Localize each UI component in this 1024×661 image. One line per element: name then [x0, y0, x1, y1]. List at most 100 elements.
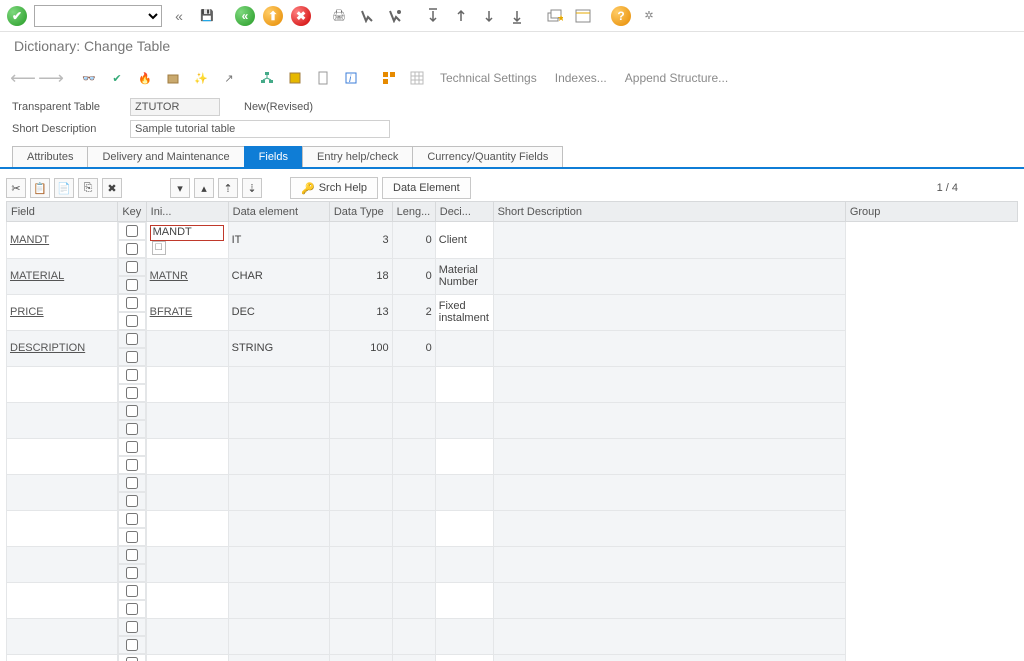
row-checkbox[interactable] — [126, 639, 138, 651]
deci-cell[interactable]: 0 — [392, 222, 435, 259]
cut-icon[interactable]: ✂ — [6, 178, 26, 198]
srch-help-button[interactable]: 🔑Srch Help — [290, 177, 378, 199]
table-row[interactable] — [7, 474, 1018, 510]
length-cell[interactable]: 3 — [329, 222, 392, 259]
group-cell[interactable] — [493, 222, 845, 259]
table-row[interactable]: PRICEBFRATEDEC132Fixed instalment — [7, 294, 1018, 330]
sort-asc-icon[interactable]: ⇡ — [218, 178, 238, 198]
new-session-icon[interactable]: ★ — [544, 5, 566, 27]
row-checkbox[interactable] — [126, 459, 138, 471]
nav-forward-icon[interactable]: ⟶ — [40, 67, 62, 89]
other-object-icon[interactable]: ↗ — [218, 67, 240, 89]
length-cell[interactable]: 18 — [329, 258, 392, 294]
key-checkbox[interactable] — [126, 261, 138, 273]
deci-cell[interactable]: 0 — [392, 330, 435, 366]
deci-cell[interactable]: 2 — [392, 294, 435, 330]
row-checkbox[interactable] — [126, 405, 138, 417]
data-element-input[interactable]: MANDT — [150, 225, 224, 241]
help-icon[interactable]: ? — [610, 5, 632, 27]
find-icon[interactable] — [356, 5, 378, 27]
col-key[interactable]: Key — [118, 202, 146, 222]
table-row[interactable] — [7, 438, 1018, 474]
command-field[interactable] — [34, 5, 162, 27]
enter-icon[interactable]: ✔ — [6, 5, 28, 27]
field-name-link[interactable]: PRICE — [10, 306, 44, 318]
sort-desc-icon[interactable]: ⇣ — [242, 178, 262, 198]
row-checkbox[interactable] — [126, 369, 138, 381]
field-name-link[interactable]: MATERIAL — [10, 270, 64, 282]
customize-icon[interactable]: ✲ — [638, 5, 660, 27]
row-checkbox[interactable] — [126, 603, 138, 615]
table-row[interactable] — [7, 654, 1018, 661]
table-row[interactable] — [7, 366, 1018, 402]
first-page-icon[interactable] — [422, 5, 444, 27]
col-data-element[interactable]: Data element — [228, 202, 329, 222]
next-page-icon[interactable] — [478, 5, 500, 27]
col-length[interactable]: Leng... — [392, 202, 435, 222]
tab-delivery[interactable]: Delivery and Maintenance — [87, 146, 244, 167]
table-name-field[interactable]: ZTUTOR — [130, 98, 220, 116]
doc-icon[interactable] — [312, 67, 334, 89]
prev-page-icon[interactable] — [450, 5, 472, 27]
table-row[interactable]: MANDTMANDT☐IT30Client — [7, 222, 1018, 259]
row-checkbox[interactable] — [126, 441, 138, 453]
check-icon[interactable]: ✔ — [106, 67, 128, 89]
data-type-cell[interactable]: CHAR — [228, 258, 329, 294]
print-icon[interactable]: 🖨 — [328, 5, 350, 27]
tab-entry-help[interactable]: Entry help/check — [302, 146, 413, 167]
value-help-icon[interactable]: ☐ — [152, 241, 166, 255]
table-icon[interactable] — [406, 67, 428, 89]
ini-checkbox[interactable] — [126, 243, 138, 255]
tab-attributes[interactable]: Attributes — [12, 146, 88, 167]
group-cell[interactable] — [493, 294, 845, 330]
exit-icon[interactable]: ⬆ — [262, 5, 284, 27]
row-checkbox[interactable] — [126, 513, 138, 525]
ini-checkbox[interactable] — [126, 315, 138, 327]
col-deci[interactable]: Deci... — [435, 202, 493, 222]
indexes-button[interactable]: Indexes... — [549, 69, 613, 87]
table-row[interactable]: MATERIAL MATNR CHAR180Material Number — [7, 258, 1018, 294]
short-desc-cell[interactable]: Material Number — [435, 258, 493, 294]
paste-icon[interactable]: 📄 — [54, 178, 74, 198]
insert-row-icon[interactable]: ⎘ — [78, 178, 98, 198]
table-row[interactable] — [7, 510, 1018, 546]
group-cell[interactable] — [493, 258, 845, 294]
nav-back-icon[interactable]: ⟵ — [12, 67, 34, 89]
col-field[interactable]: Field — [7, 202, 118, 222]
row-checkbox[interactable] — [126, 495, 138, 507]
tab-currency[interactable]: Currency/Quantity Fields — [412, 146, 563, 167]
structure-icon[interactable] — [378, 67, 400, 89]
row-checkbox[interactable] — [126, 477, 138, 489]
cancel-icon[interactable]: ✖ — [290, 5, 312, 27]
row-checkbox[interactable] — [126, 387, 138, 399]
table-row[interactable] — [7, 402, 1018, 438]
col-short-desc[interactable]: Short Description — [493, 202, 845, 222]
length-cell[interactable]: 13 — [329, 294, 392, 330]
length-cell[interactable]: 100 — [329, 330, 392, 366]
where-used-icon[interactable] — [162, 67, 184, 89]
group-cell[interactable] — [493, 330, 845, 366]
row-checkbox[interactable] — [126, 549, 138, 561]
display-icon[interactable]: 👓 — [78, 67, 100, 89]
deci-cell[interactable]: 0 — [392, 258, 435, 294]
activate-icon[interactable]: 🔥 — [134, 67, 156, 89]
data-element-link[interactable]: MATNR — [150, 270, 188, 282]
short-desc-cell[interactable]: Fixed instalment — [435, 294, 493, 330]
chevrons-left-icon[interactable]: « — [168, 5, 190, 27]
short-desc-cell[interactable]: Client — [435, 222, 493, 259]
row-checkbox[interactable] — [126, 621, 138, 633]
row-checkbox[interactable] — [126, 567, 138, 579]
key-checkbox[interactable] — [126, 225, 138, 237]
table-row[interactable] — [7, 618, 1018, 654]
layout-icon[interactable] — [572, 5, 594, 27]
short-desc-cell[interactable] — [435, 330, 493, 366]
append-icon[interactable] — [284, 67, 306, 89]
ini-checkbox[interactable] — [126, 279, 138, 291]
field-name-link[interactable]: MANDT — [10, 234, 49, 246]
data-type-cell[interactable]: IT — [228, 222, 329, 259]
back-icon[interactable]: « — [234, 5, 256, 27]
tab-fields[interactable]: Fields — [244, 146, 303, 167]
data-type-cell[interactable]: DEC — [228, 294, 329, 330]
col-ini[interactable]: Ini... — [146, 202, 228, 222]
find-next-icon[interactable] — [384, 5, 406, 27]
